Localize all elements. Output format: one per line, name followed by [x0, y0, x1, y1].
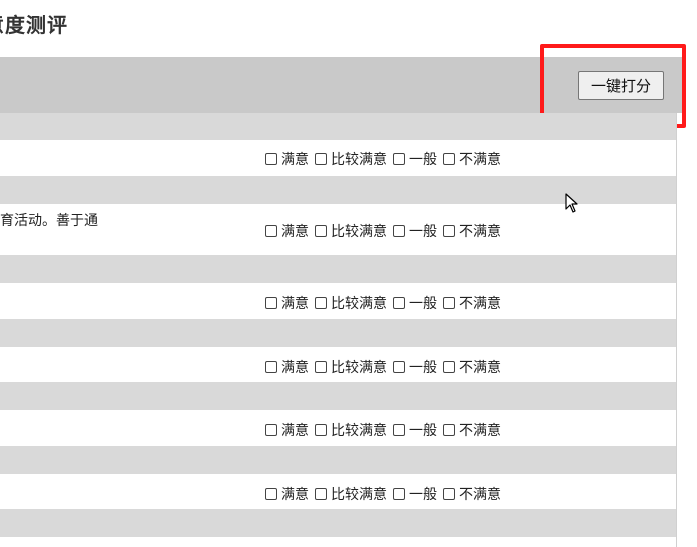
- checkbox[interactable]: [393, 488, 405, 500]
- checkbox[interactable]: [315, 361, 327, 373]
- checkbox[interactable]: [265, 361, 277, 373]
- option-satisfied[interactable]: 满意: [265, 293, 309, 313]
- checkbox[interactable]: [315, 488, 327, 500]
- checkbox[interactable]: [393, 297, 405, 309]
- checkbox[interactable]: [265, 297, 277, 309]
- checkbox[interactable]: [315, 424, 327, 436]
- checkbox[interactable]: [443, 424, 455, 436]
- page-title: 意度测评: [0, 13, 68, 37]
- option-fairly-satisfied[interactable]: 比较满意: [315, 420, 387, 440]
- option-average[interactable]: 一般: [393, 149, 437, 169]
- table-row: 满意 比较满意 一般 不满意: [0, 410, 676, 446]
- option-unsatisfied[interactable]: 不满意: [443, 484, 501, 504]
- checkbox[interactable]: [393, 361, 405, 373]
- rating-options: 满意 比较满意 一般 不满意: [265, 293, 507, 313]
- checkbox[interactable]: [315, 153, 327, 165]
- checkbox[interactable]: [265, 153, 277, 165]
- option-satisfied[interactable]: 满意: [265, 221, 309, 241]
- option-average[interactable]: 一般: [393, 484, 437, 504]
- option-unsatisfied[interactable]: 不满意: [443, 149, 501, 169]
- option-unsatisfied[interactable]: 不满意: [443, 221, 501, 241]
- option-fairly-satisfied[interactable]: 比较满意: [315, 484, 387, 504]
- checkbox[interactable]: [393, 225, 405, 237]
- rating-options: 满意 比较满意 一般 不满意: [265, 420, 507, 440]
- option-unsatisfied[interactable]: 不满意: [443, 293, 501, 313]
- option-satisfied[interactable]: 满意: [265, 420, 309, 440]
- section-band: [0, 319, 677, 347]
- section-band: [0, 255, 677, 283]
- checkbox[interactable]: [315, 297, 327, 309]
- table-row: 满意 比较满意 一般 不满意: [0, 474, 676, 509]
- checkbox[interactable]: [443, 361, 455, 373]
- table-row: 满意 比较满意 一般 不满意: [0, 283, 676, 319]
- rating-options: 满意 比较满意 一般 不满意: [265, 484, 507, 504]
- rating-options: 满意 比较满意 一般 不满意: [265, 149, 507, 169]
- option-average[interactable]: 一般: [393, 420, 437, 440]
- option-fairly-satisfied[interactable]: 比较满意: [315, 357, 387, 377]
- option-satisfied[interactable]: 满意: [265, 149, 309, 169]
- option-satisfied[interactable]: 满意: [265, 484, 309, 504]
- checkbox[interactable]: [443, 153, 455, 165]
- option-average[interactable]: 一般: [393, 357, 437, 377]
- checkbox[interactable]: [265, 488, 277, 500]
- checkbox[interactable]: [443, 225, 455, 237]
- checkbox[interactable]: [265, 225, 277, 237]
- rating-options: 满意 比较满意 一般 不满意: [265, 357, 507, 377]
- option-satisfied[interactable]: 满意: [265, 357, 309, 377]
- checkbox[interactable]: [443, 488, 455, 500]
- table-right-border: [676, 113, 677, 547]
- option-average[interactable]: 一般: [393, 293, 437, 313]
- option-unsatisfied[interactable]: 不满意: [443, 420, 501, 440]
- checkbox[interactable]: [315, 225, 327, 237]
- table-row: 满意 比较满意 一般 不满意: [0, 140, 676, 176]
- section-band: [0, 382, 677, 410]
- option-unsatisfied[interactable]: 不满意: [443, 357, 501, 377]
- checkbox[interactable]: [393, 424, 405, 436]
- checkbox[interactable]: [265, 424, 277, 436]
- table-row: 满意 比较满意 一般 不满意: [0, 347, 676, 382]
- section-band: [0, 446, 677, 474]
- table-row: [0, 537, 676, 547]
- checkbox[interactable]: [443, 297, 455, 309]
- option-fairly-satisfied[interactable]: 比较满意: [315, 149, 387, 169]
- checkbox[interactable]: [393, 153, 405, 165]
- option-fairly-satisfied[interactable]: 比较满意: [315, 221, 387, 241]
- section-band: [0, 509, 677, 537]
- section-band: [0, 113, 677, 140]
- row-description: 育活动。善于通: [0, 213, 98, 229]
- mouse-cursor-icon: [565, 193, 578, 213]
- rating-options: 满意 比较满意 一般 不满意: [265, 221, 507, 241]
- option-average[interactable]: 一般: [393, 221, 437, 241]
- option-fairly-satisfied[interactable]: 比较满意: [315, 293, 387, 313]
